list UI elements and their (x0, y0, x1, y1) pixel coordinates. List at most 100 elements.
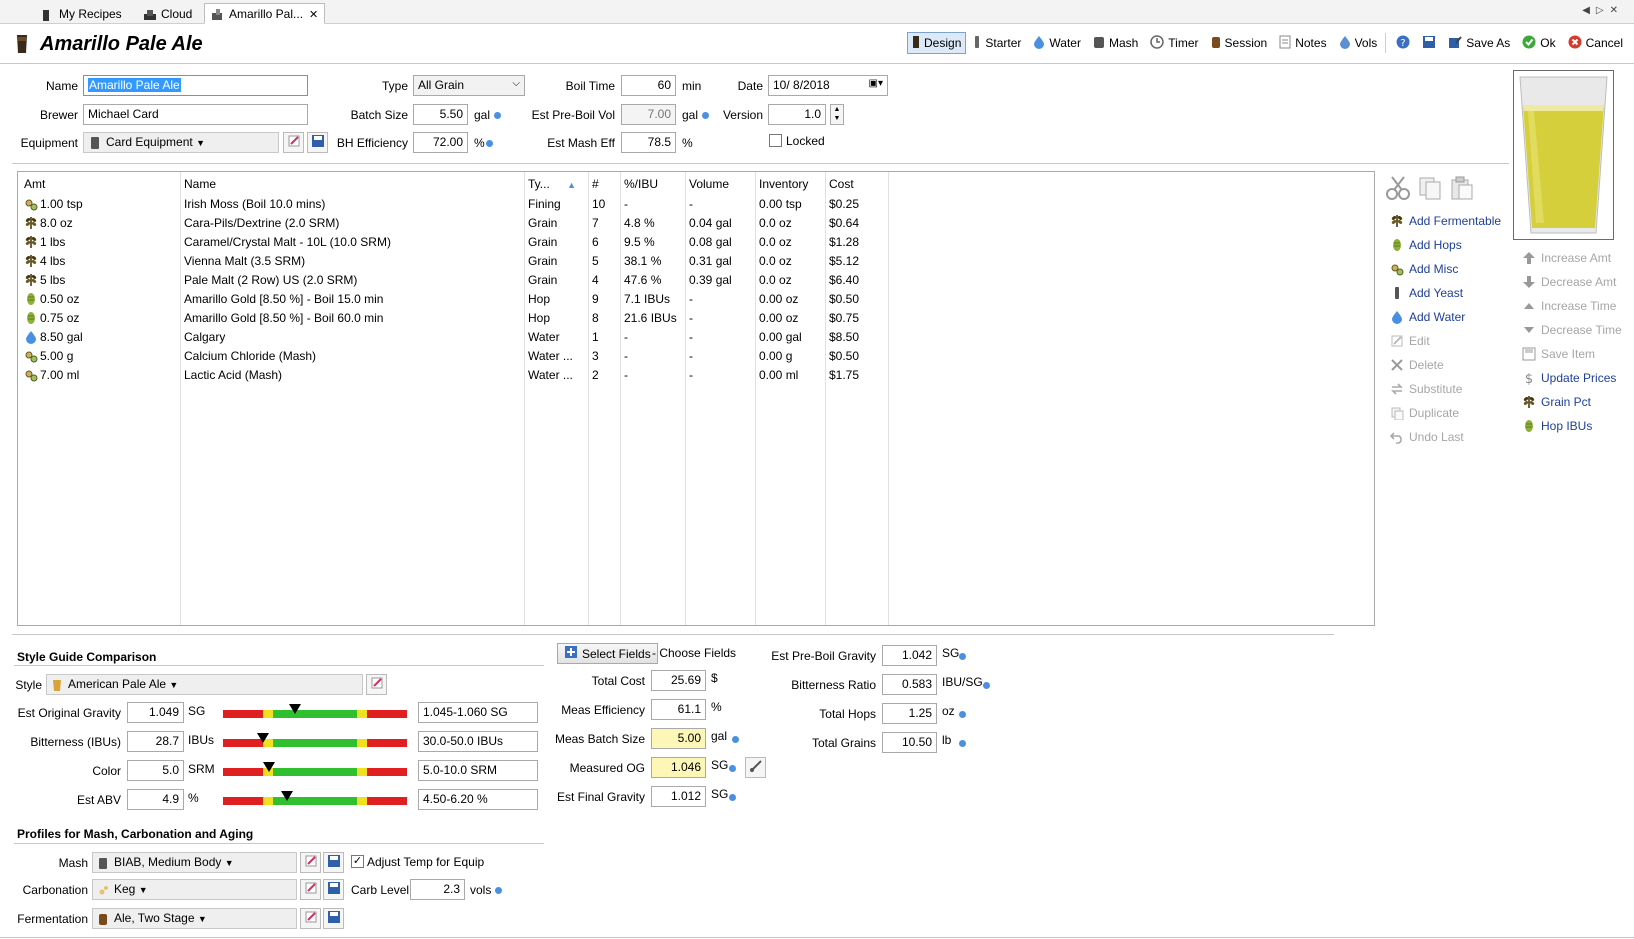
help-button[interactable]: ? (1391, 32, 1415, 54)
save-as-button[interactable]: Save As (1443, 32, 1515, 54)
ingredient-grid[interactable]: Amt Name Ty... ▲ # %/IBU Volume Inventor… (17, 171, 1375, 626)
add-yeast-button[interactable]: Add Yeast (1389, 286, 1463, 300)
boil-time-field[interactable]: 60 (621, 75, 676, 96)
starter-button[interactable]: Starter (968, 32, 1026, 54)
table-row[interactable]: 7.00 ml Lactic Acid (Mash) Water ... 2 - - 0.0… (18, 366, 888, 385)
table-row[interactable]: 1 lbs Caramel/Crystal Malt - 10L (10.0 SR… (18, 233, 888, 252)
unit-toggle-dot[interactable] (959, 740, 966, 747)
unit-toggle-dot[interactable] (729, 765, 736, 772)
carbonation-dropdown[interactable]: Keg ▼ (92, 879, 297, 900)
adjust-temp-checkbox[interactable]: ✓ (351, 855, 364, 868)
hydrometer-button[interactable] (745, 757, 766, 778)
version-field[interactable]: 1.0 (768, 104, 826, 125)
unit-toggle-dot[interactable] (732, 736, 739, 743)
tab-cloud[interactable]: Cloud (136, 3, 199, 24)
select-fields-button[interactable]: Select Fields (557, 643, 658, 664)
meas-batch-size-field[interactable]: 5.00 (651, 728, 706, 749)
tab-my-recipes[interactable]: My Recipes (34, 3, 129, 24)
save-fermentation-button[interactable] (323, 908, 344, 929)
edit-carbonation-button[interactable] (300, 879, 321, 900)
est-mash-eff-field[interactable]: 78.5 (621, 132, 676, 153)
save-button[interactable] (1417, 32, 1441, 54)
bh-efficiency-field[interactable]: 72.00 (413, 132, 468, 153)
edit-fermentation-button[interactable] (300, 908, 321, 929)
grain-pct-button[interactable]: Grain Pct (1521, 395, 1591, 409)
unit-toggle-dot[interactable] (983, 682, 990, 689)
paste-icon[interactable] (1449, 175, 1475, 204)
header-amt[interactable]: Amt (24, 177, 45, 191)
vols-button[interactable]: Vols (1334, 32, 1383, 54)
copy-icon[interactable] (1417, 175, 1443, 204)
table-row[interactable]: 8.50 gal Calgary Water 1 - - 0.00 gal $8.50 (18, 328, 888, 347)
table-row[interactable]: 8.0 oz Cara-Pils/Dextrine (2.0 SRM) Grain 7… (18, 214, 888, 233)
fermentation-dropdown[interactable]: Ale, Two Stage ▼ (92, 908, 297, 929)
hop-ibus-button[interactable]: Hop IBUs (1521, 419, 1592, 433)
ok-button[interactable]: Ok (1517, 32, 1560, 54)
header-cost[interactable]: Cost (829, 177, 854, 191)
add-misc-button[interactable]: Add Misc (1389, 262, 1458, 276)
add-hops-button[interactable]: Add Hops (1389, 238, 1462, 252)
session-button[interactable]: Session (1206, 32, 1273, 54)
cell-number: 5 (592, 254, 599, 268)
unit-toggle-dot[interactable] (702, 112, 709, 119)
header-name[interactable]: Name (184, 177, 216, 191)
date-picker[interactable]: 10/ 8/2018 ▣▾ (768, 75, 888, 96)
add-water-button[interactable]: Add Water (1389, 310, 1465, 324)
table-row[interactable]: 4 lbs Vienna Malt (3.5 SRM) Grain 5 38.1 % 0.… (18, 252, 888, 271)
calendar-icon[interactable]: ▣▾ (869, 78, 883, 89)
table-row[interactable]: 0.50 oz Amarillo Gold [8.50 %] - Boil 15.… (18, 290, 888, 309)
update-prices-button[interactable]: $ Update Prices (1521, 371, 1617, 385)
name-field[interactable]: Amarillo Pale Ale (83, 75, 308, 96)
table-row[interactable]: 5 lbs Pale Malt (2 Row) US (2.0 SRM) Grain… (18, 271, 888, 290)
cut-icon[interactable] (1385, 175, 1411, 204)
water-drop-icon (1339, 35, 1351, 52)
header-pct-ibu[interactable]: %/IBU (624, 177, 658, 191)
table-row[interactable]: 5.00 g Calcium Chloride (Mash) Water ... 3 -… (18, 347, 888, 366)
table-row[interactable]: 0.75 oz Amarillo Gold [8.50 %] - Boil 60.… (18, 309, 888, 328)
notes-button[interactable]: Notes (1274, 32, 1331, 54)
edit-equipment-button[interactable] (283, 132, 304, 153)
header-volume[interactable]: Volume (689, 177, 729, 191)
unit-toggle-dot[interactable] (494, 112, 501, 119)
table-row[interactable]: 1.00 tsp Irish Moss (Boil 10.0 mins) Finin… (18, 195, 888, 214)
carb-level-field[interactable]: 2.3 (410, 879, 465, 900)
unit-toggle-dot[interactable] (959, 711, 966, 718)
save-mash-button[interactable] (323, 852, 344, 873)
est-final-gravity-field[interactable]: 1.012 (651, 786, 706, 807)
header-type[interactable]: Ty... ▲ (528, 177, 576, 191)
header-inventory[interactable]: Inventory (759, 177, 808, 191)
locked-checkbox[interactable] (769, 134, 782, 147)
type-dropdown[interactable]: All Grain ⌵ (413, 75, 525, 96)
equipment-dropdown[interactable]: Card Equipment ▼ (83, 132, 279, 153)
unit-toggle-dot[interactable] (729, 794, 736, 801)
edit-style-button[interactable] (366, 674, 387, 695)
mash-button[interactable]: Mash (1088, 32, 1143, 54)
water-button[interactable]: Water (1028, 32, 1086, 54)
mash-profile-dropdown[interactable]: BIAB, Medium Body ▼ (92, 852, 297, 873)
chevron-down-icon: ▼ (138, 885, 148, 895)
add-fermentable-button[interactable]: Add Fermentable (1389, 214, 1501, 228)
brewer-field[interactable]: Michael Card (83, 104, 308, 125)
action-label: Grain Pct (1541, 395, 1592, 409)
unit-toggle-dot[interactable] (495, 887, 502, 894)
tab-scroll-arrows[interactable]: ◀▷✕ (1582, 5, 1624, 16)
header-number[interactable]: # (592, 177, 599, 191)
timer-button[interactable]: Timer (1145, 32, 1203, 54)
style-dropdown[interactable]: American Pale Ale ▼ (46, 674, 363, 695)
close-icon[interactable]: ✕ (309, 9, 318, 21)
design-button[interactable]: Design (907, 32, 967, 54)
unit-toggle-dot[interactable] (486, 140, 493, 147)
batch-size-field[interactable]: 5.50 (413, 104, 468, 125)
meas-efficiency-field[interactable]: 61.1 (651, 699, 706, 720)
total-cost-field[interactable]: 25.69 (651, 670, 706, 691)
save-carbonation-button[interactable] (323, 879, 344, 900)
unit-toggle-dot[interactable] (959, 653, 966, 660)
edit-mash-button[interactable] (300, 852, 321, 873)
cancel-button[interactable]: Cancel (1563, 32, 1628, 54)
version-spinner[interactable]: ▲ ▼ (830, 104, 844, 125)
tab-amarillo-pale-ale[interactable]: Amarillo Pal... ✕ (204, 3, 326, 24)
measured-og-field[interactable]: 1.046 (651, 757, 706, 778)
cell-number: 4 (592, 273, 599, 287)
recipe-title: Amarillo Pale Ale (40, 33, 203, 55)
carb-level-unit: vols (470, 883, 492, 897)
